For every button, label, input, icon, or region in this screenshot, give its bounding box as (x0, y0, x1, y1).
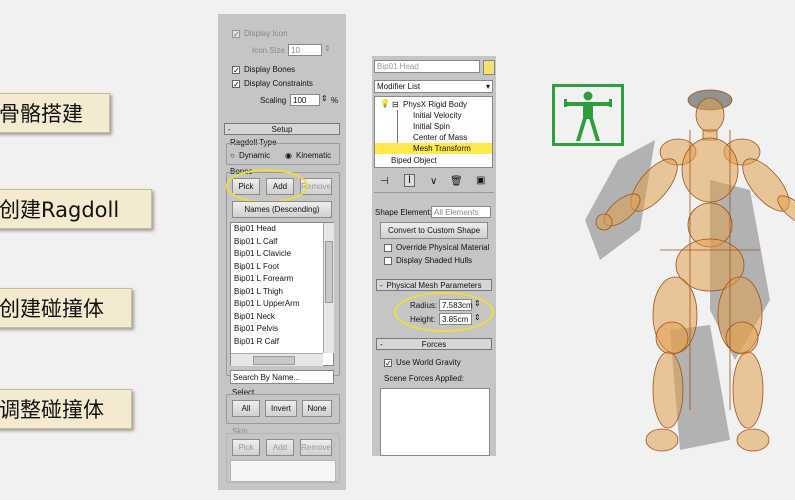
names-descending-button[interactable]: Names (Descending) (232, 201, 332, 218)
chevron-down-icon: ▾ (485, 82, 490, 91)
scaling-unit: % (331, 96, 339, 105)
stack-item[interactable]: Initial Spin (413, 122, 450, 131)
stack-item[interactable]: Biped Object (391, 156, 437, 165)
kinematic-label: Kinematic (296, 151, 332, 160)
setup-rollout-header[interactable]: - Setup (224, 123, 340, 135)
shape-element-dropdown[interactable]: All Elements (431, 206, 491, 218)
make-unique-icon[interactable]: ∨ (430, 176, 437, 187)
select-none-button[interactable]: None (302, 400, 332, 417)
step-label: 创建碰撞体 (0, 297, 104, 321)
display-shaded-hulls-label: Display Shaded Hulls (396, 256, 473, 265)
icon-size-field[interactable]: 10 (288, 44, 322, 56)
collapse-icon: - (228, 125, 231, 134)
pin-stack-icon[interactable]: ⊣ (380, 176, 389, 187)
step-create-collider: 创建碰撞体 (0, 288, 132, 328)
icon-size-spinner-icon[interactable]: ⇕ (324, 44, 331, 53)
stack-item[interactable]: PhysX Rigid Body (403, 100, 467, 109)
configure-sets-icon[interactable]: ▣ (476, 175, 485, 186)
skin-list[interactable] (230, 460, 336, 482)
skin-remove-button[interactable]: Remove (300, 439, 332, 456)
mesh-params-title: Physical Mesh Parameters (386, 281, 482, 290)
step-label: 创建Ragdoll (0, 198, 120, 222)
object-name-field[interactable]: Bip01 Head (374, 60, 480, 73)
list-item[interactable]: Bip01 L Calf (231, 236, 333, 249)
kinematic-radio-icon[interactable]: ◉ (285, 151, 292, 160)
modifier-panel: Bip01 Head Modifier List ▾ 💡 ⊟ PhysX Rigi… (372, 56, 496, 456)
modifier-stack[interactable]: 💡 ⊟ PhysX Rigid Body Initial Velocity In… (374, 96, 493, 168)
scaling-field[interactable]: 100 (290, 94, 320, 106)
list-item[interactable]: Bip01 L Foot (231, 261, 333, 274)
use-world-gravity-checkbox[interactable]: ✓ (384, 359, 392, 368)
remove-modifier-icon[interactable]: 🗑 (450, 176, 463, 187)
toolbar-divider (374, 192, 494, 193)
display-bones-label: Display Bones (244, 65, 296, 74)
shape-element-label: Shape Element: (375, 208, 432, 217)
step-adjust-collider: 调整碰撞体 (0, 389, 132, 429)
mesh-params-rollout-header[interactable]: - Physical Mesh Parameters (376, 279, 492, 291)
scaling-spinner-icon[interactable]: ⇕ (321, 94, 328, 103)
object-color-swatch[interactable] (483, 60, 495, 75)
list-horizontal-scrollbar[interactable] (231, 353, 323, 366)
dynamic-label: Dynamic (239, 151, 271, 160)
stack-item[interactable]: Initial Velocity (413, 111, 461, 120)
forces-title: Forces (421, 340, 447, 349)
list-item[interactable]: Bip01 Pelvis (231, 323, 333, 336)
ragdoll-panel: ✓ Display Icon Icon Size 10 ⇕ ✓ Display … (218, 14, 346, 490)
stack-item[interactable]: Center of Mass (413, 133, 467, 142)
select-all-button[interactable]: All (232, 400, 260, 417)
collapse-icon: - (380, 281, 383, 290)
display-icon-checkbox[interactable]: ✓ (232, 30, 240, 39)
forces-rollout-header[interactable]: - Forces (376, 338, 492, 350)
override-material-label: Override Physical Material (396, 243, 490, 252)
display-icon-label: Display Icon (244, 29, 288, 38)
lightbulb-icon[interactable]: 💡 (380, 99, 390, 108)
list-item[interactable]: Bip01 Neck (231, 311, 333, 324)
setup-title: Setup (271, 125, 293, 134)
skin-pick-button[interactable]: Pick (232, 439, 260, 456)
radius-height-highlight (394, 292, 494, 332)
list-item[interactable]: Bip01 L Clavicle (231, 248, 333, 261)
collapse-box-icon[interactable]: ⊟ (392, 100, 399, 109)
convert-to-custom-shape-button[interactable]: Convert to Custom Shape (380, 222, 488, 239)
list-item[interactable]: Bip01 R Calf (231, 336, 333, 349)
step-label: 骨骼搭建 (0, 102, 83, 126)
list-vertical-scrollbar[interactable] (323, 223, 334, 353)
icon-size-label: Icon Size (252, 46, 285, 55)
display-constraints-checkbox[interactable]: ✓ (232, 80, 240, 89)
step-create-ragdoll: 创建Ragdoll (0, 189, 152, 229)
scene-forces-label: Scene Forces Applied: (384, 374, 465, 383)
list-item[interactable]: Bip01 L Forearm (231, 273, 333, 286)
display-bones-checkbox[interactable]: ✓ (232, 66, 240, 75)
dynamic-radio-icon[interactable]: ○ (230, 151, 235, 160)
modifier-list-dropdown[interactable]: Modifier List ▾ (374, 80, 493, 93)
override-material-checkbox[interactable] (384, 244, 392, 252)
collapse-icon: - (380, 340, 383, 349)
display-constraints-label: Display Constraints (244, 79, 313, 88)
skin-add-button[interactable]: Add (266, 439, 294, 456)
list-item[interactable]: Bip01 L Thigh (231, 286, 333, 299)
ragdoll-character-viewport[interactable] (560, 70, 795, 490)
list-item[interactable]: Bip01 L UpperArm (231, 298, 333, 311)
list-item[interactable]: Bip01 Head (231, 223, 333, 236)
use-world-gravity-label: Use World Gravity (396, 358, 461, 367)
step-bone-setup: 骨骼搭建 (0, 93, 110, 133)
search-by-name-input[interactable]: Search By Name... (230, 370, 334, 384)
stack-item[interactable]: Mesh Transform (413, 144, 471, 153)
show-end-result-icon[interactable]: Ⅰ (404, 174, 415, 187)
select-invert-button[interactable]: Invert (265, 400, 297, 417)
pick-add-highlight (226, 169, 308, 203)
bones-list[interactable]: Bip01 Head Bip01 L Calf Bip01 L Clavicle… (230, 222, 334, 366)
scene-forces-list[interactable] (380, 388, 490, 456)
scaling-label: Scaling (260, 96, 287, 105)
display-shaded-hulls-checkbox[interactable] (384, 257, 392, 265)
step-label: 调整碰撞体 (0, 398, 104, 422)
